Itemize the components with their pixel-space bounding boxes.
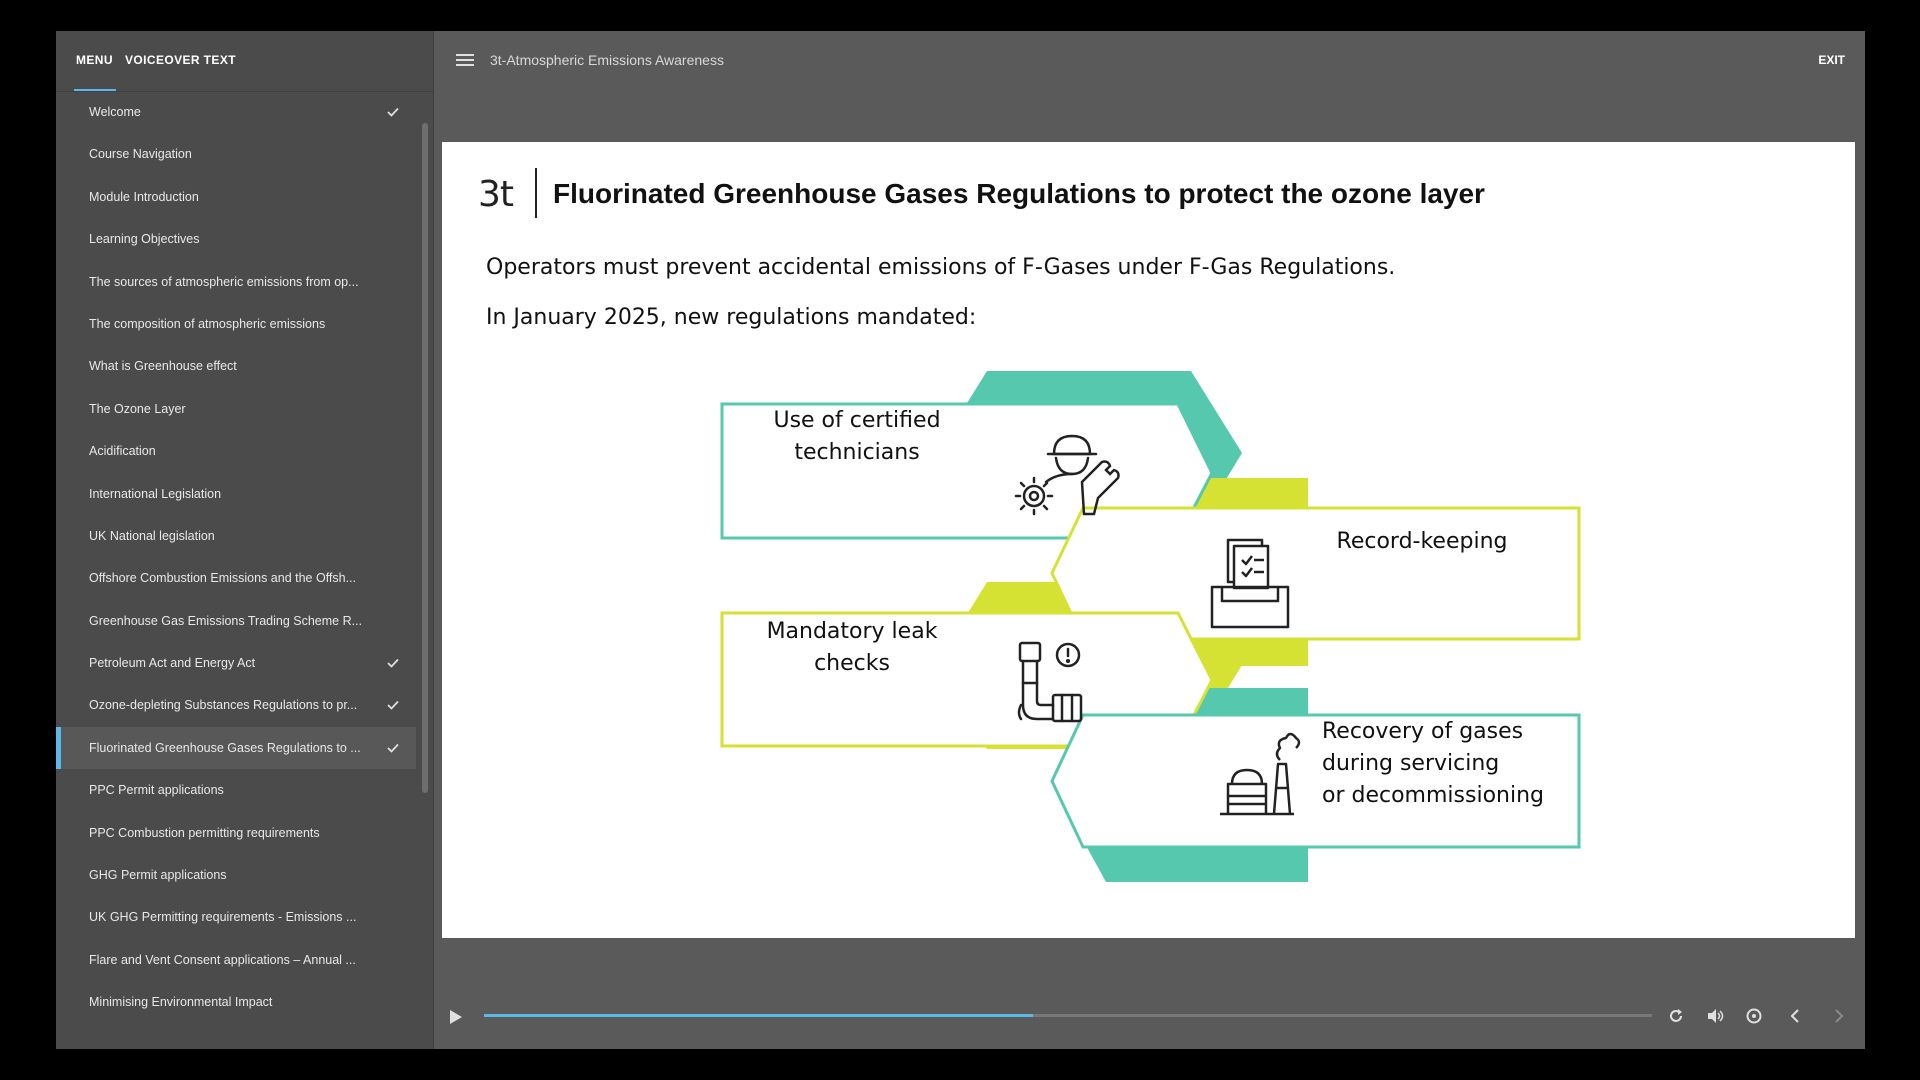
sidebar-scrollbar[interactable]: [420, 91, 430, 1049]
sidebar-item[interactable]: Module Introduction: [56, 176, 416, 218]
sidebar-item-label: UK GHG Permitting requirements - Emissio…: [89, 910, 357, 925]
sidebar-item[interactable]: Flare and Vent Consent applications – An…: [56, 939, 416, 981]
sidebar-item-label: Flare and Vent Consent applications – An…: [89, 952, 356, 967]
sidebar-item-label: Ozone-depleting Substances Regulations t…: [89, 698, 358, 713]
sidebar-item[interactable]: Fluorinated Greenhouse Gases Regulations…: [56, 726, 416, 770]
sidebar-item-label: Greenhouse Gas Emissions Trading Scheme …: [89, 613, 363, 628]
card-recovery-line-1: Recovery of gases: [1322, 719, 1524, 744]
regulations-diagram: [720, 371, 1581, 882]
card-leak-checks-text: Mandatory leak checks: [712, 616, 992, 680]
card-leak-checks-line-2: checks: [814, 651, 890, 676]
menu-list: Welcome Course Navigation Module Introduct…: [56, 91, 416, 1049]
sidebar-item[interactable]: Learning Objectives: [56, 218, 416, 260]
sidebar-item-label: PPC Permit applications: [89, 783, 224, 798]
slide: 3t Fluorinated Greenhouse Gases Regulati…: [442, 142, 1855, 938]
sidebar-item-label: Learning Objectives: [89, 232, 200, 247]
play-icon[interactable]: [448, 1008, 464, 1026]
sidebar-item-label: PPC Combustion permitting requirements: [89, 825, 320, 840]
tab-voiceover-text[interactable]: VOICEOVER TEXT: [125, 53, 236, 67]
sidebar-item[interactable]: The Ozone Layer: [56, 388, 416, 430]
scrollbar-thumb[interactable]: [422, 123, 428, 793]
sidebar-item[interactable]: Petroleum Act and Energy Act: [56, 642, 416, 684]
sidebar-item-label: What is Greenhouse effect: [89, 359, 237, 374]
sidebar-item[interactable]: Greenhouse Gas Emissions Trading Scheme …: [56, 600, 416, 642]
check-icon: [387, 743, 399, 753]
sidebar-tabs: MENU VOICEOVER TEXT: [56, 31, 433, 92]
sidebar-item[interactable]: GHG Permit applications: [56, 854, 416, 896]
top-bar: 3t-Atmospheric Emissions Awareness EXIT: [434, 31, 1865, 91]
player-controls: [434, 991, 1865, 1049]
sidebar-item-label: Minimising Environmental Impact: [89, 995, 273, 1010]
sidebar-item-label: The sources of atmospheric emissions fro…: [89, 274, 359, 289]
card-recovery-line-3: or decommissioning: [1322, 783, 1544, 808]
sidebar-item-label: Course Navigation: [89, 147, 192, 162]
hamburger-icon[interactable]: [456, 52, 474, 68]
sidebar-item[interactable]: Offshore Combustion Emissions and the Of…: [56, 557, 416, 599]
sidebar-item[interactable]: Minimising Environmental Impact: [56, 981, 416, 1023]
sidebar-item[interactable]: UK National legislation: [56, 515, 416, 557]
sidebar-item[interactable]: PPC Permit applications: [56, 769, 416, 811]
progress-fill: [484, 1014, 1033, 1017]
card-recovery-text: Recovery of gases during servicing or de…: [1322, 716, 1572, 812]
exit-button[interactable]: EXIT: [1818, 53, 1845, 67]
replay-icon[interactable]: [1667, 1007, 1685, 1025]
check-icon: [387, 107, 399, 117]
sidebar-item-label: Module Introduction: [89, 189, 199, 204]
progress-bar[interactable]: [484, 1014, 1652, 1017]
sidebar-item-label: Welcome: [89, 105, 141, 119]
sidebar-item-label: GHG Permit applications: [89, 868, 227, 883]
sidebar-item[interactable]: The sources of atmospheric emissions fro…: [56, 261, 416, 303]
sidebar-item[interactable]: Course Navigation: [56, 133, 416, 175]
card-recovery-line-2: during servicing: [1322, 751, 1500, 776]
course-title: 3t-Atmospheric Emissions Awareness: [490, 52, 724, 68]
card-record-keeping-line-1: Record-keeping: [1336, 529, 1508, 554]
sidebar-item[interactable]: Acidification: [56, 430, 416, 472]
next-icon[interactable]: [1830, 1007, 1848, 1025]
sidebar-item-label: UK National legislation: [89, 528, 215, 543]
sidebar-item[interactable]: International Legislation: [56, 473, 416, 515]
tab-menu[interactable]: MENU: [76, 53, 113, 67]
sidebar-item[interactable]: The composition of atmospheric emissions: [56, 303, 416, 345]
volume-icon[interactable]: [1706, 1007, 1724, 1025]
sidebar-item-label: Petroleum Act and Energy Act: [89, 656, 256, 671]
settings-speed-icon[interactable]: [1745, 1007, 1763, 1025]
sidebar-item-label: Fluorinated Greenhouse Gases Regulations…: [89, 740, 361, 755]
check-icon: [387, 701, 399, 711]
sidebar-item[interactable]: UK GHG Permitting requirements - Emissio…: [56, 896, 416, 938]
course-player: MENU VOICEOVER TEXT Welcome Course Naviga…: [56, 31, 1865, 1049]
sidebar-item-label: The Ozone Layer: [89, 401, 186, 416]
sidebar-item[interactable]: Ozone-depleting Substances Regulations t…: [56, 684, 416, 726]
sidebar-item[interactable]: What is Greenhouse effect: [56, 345, 416, 387]
sidebar-item-label: The composition of atmospheric emissions: [89, 316, 326, 331]
sidebar-item[interactable]: PPC Combustion permitting requirements: [56, 812, 416, 854]
card-leak-checks-line-1: Mandatory leak: [766, 619, 938, 644]
card-technicians-line-1: Use of certified: [773, 408, 941, 433]
sidebar-item-label: Offshore Combustion Emissions and the Of…: [89, 571, 357, 586]
prev-icon[interactable]: [1786, 1007, 1804, 1025]
sidebar-item-label: Acidification: [89, 444, 156, 459]
sidebar: MENU VOICEOVER TEXT Welcome Course Naviga…: [56, 31, 434, 1049]
card-technicians-text: Use of certified technicians: [712, 405, 1002, 469]
sidebar-item-label: International Legislation: [89, 486, 222, 501]
check-icon: [387, 658, 399, 668]
card-technicians-line-2: technicians: [794, 440, 920, 465]
card-record-keeping-text: Record-keeping: [1302, 526, 1542, 558]
sidebar-item[interactable]: Welcome: [56, 91, 416, 133]
